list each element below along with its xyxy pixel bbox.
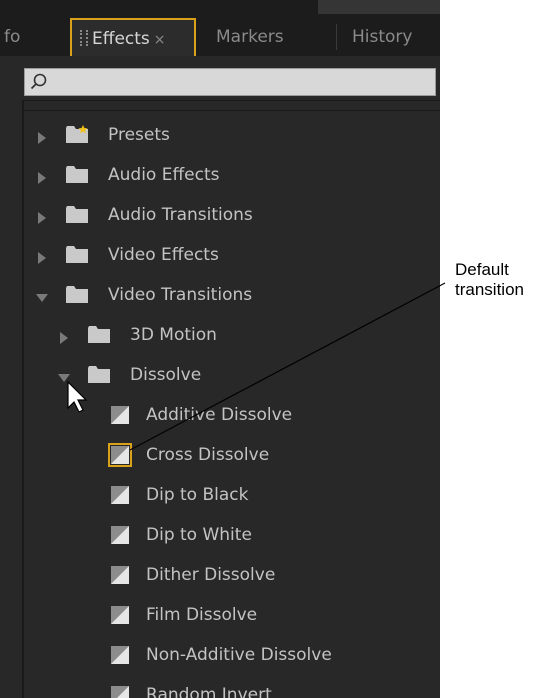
callout-leader-line bbox=[129, 282, 446, 451]
cursor-arrow-icon bbox=[67, 380, 88, 413]
callout-line-2: transition bbox=[455, 280, 524, 299]
annotation-overlay bbox=[67, 282, 446, 451]
callout-label: Default transition bbox=[455, 260, 550, 300]
callout-line-1: Default bbox=[455, 260, 509, 279]
